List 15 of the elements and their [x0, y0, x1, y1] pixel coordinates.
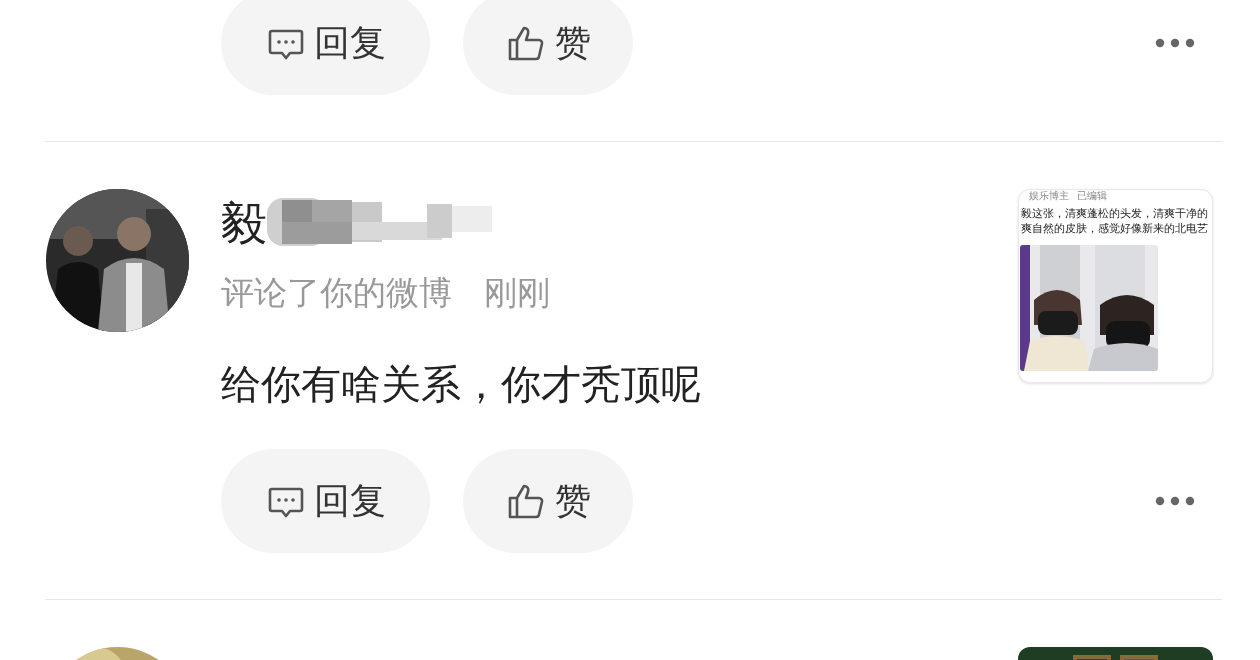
edited-label: 已编辑: [1077, 190, 1107, 202]
reply-button[interactable]: 回复: [221, 0, 430, 95]
preview-text: 毅这张，清爽蓬松的头发，清爽干净的: [1020, 206, 1209, 221]
comment-text: 给你有啥关系，你才秃顶呢: [221, 360, 702, 409]
timestamp: 刚刚: [484, 272, 550, 314]
preview-text: 爽自然的皮肤，感觉好像新来的北电艺: [1020, 221, 1209, 236]
like-button[interactable]: 赞: [463, 0, 633, 95]
reply-button[interactable]: 回复: [221, 449, 430, 553]
post-preview-card[interactable]: 娱乐博主 已编辑 毅这张，清爽蓬松的头发，清爽干净的 爽自然的皮肤，感觉好像新来的北电艺: [1018, 189, 1213, 383]
more-icon[interactable]: [1155, 496, 1195, 506]
user-name[interactable]: 毅: [221, 195, 267, 251]
notification-text: 评论了你的微博: [221, 272, 452, 314]
more-icon[interactable]: [1155, 38, 1195, 48]
like-button[interactable]: 赞: [463, 449, 633, 553]
author-tag: 娱乐博主: [1029, 190, 1069, 202]
